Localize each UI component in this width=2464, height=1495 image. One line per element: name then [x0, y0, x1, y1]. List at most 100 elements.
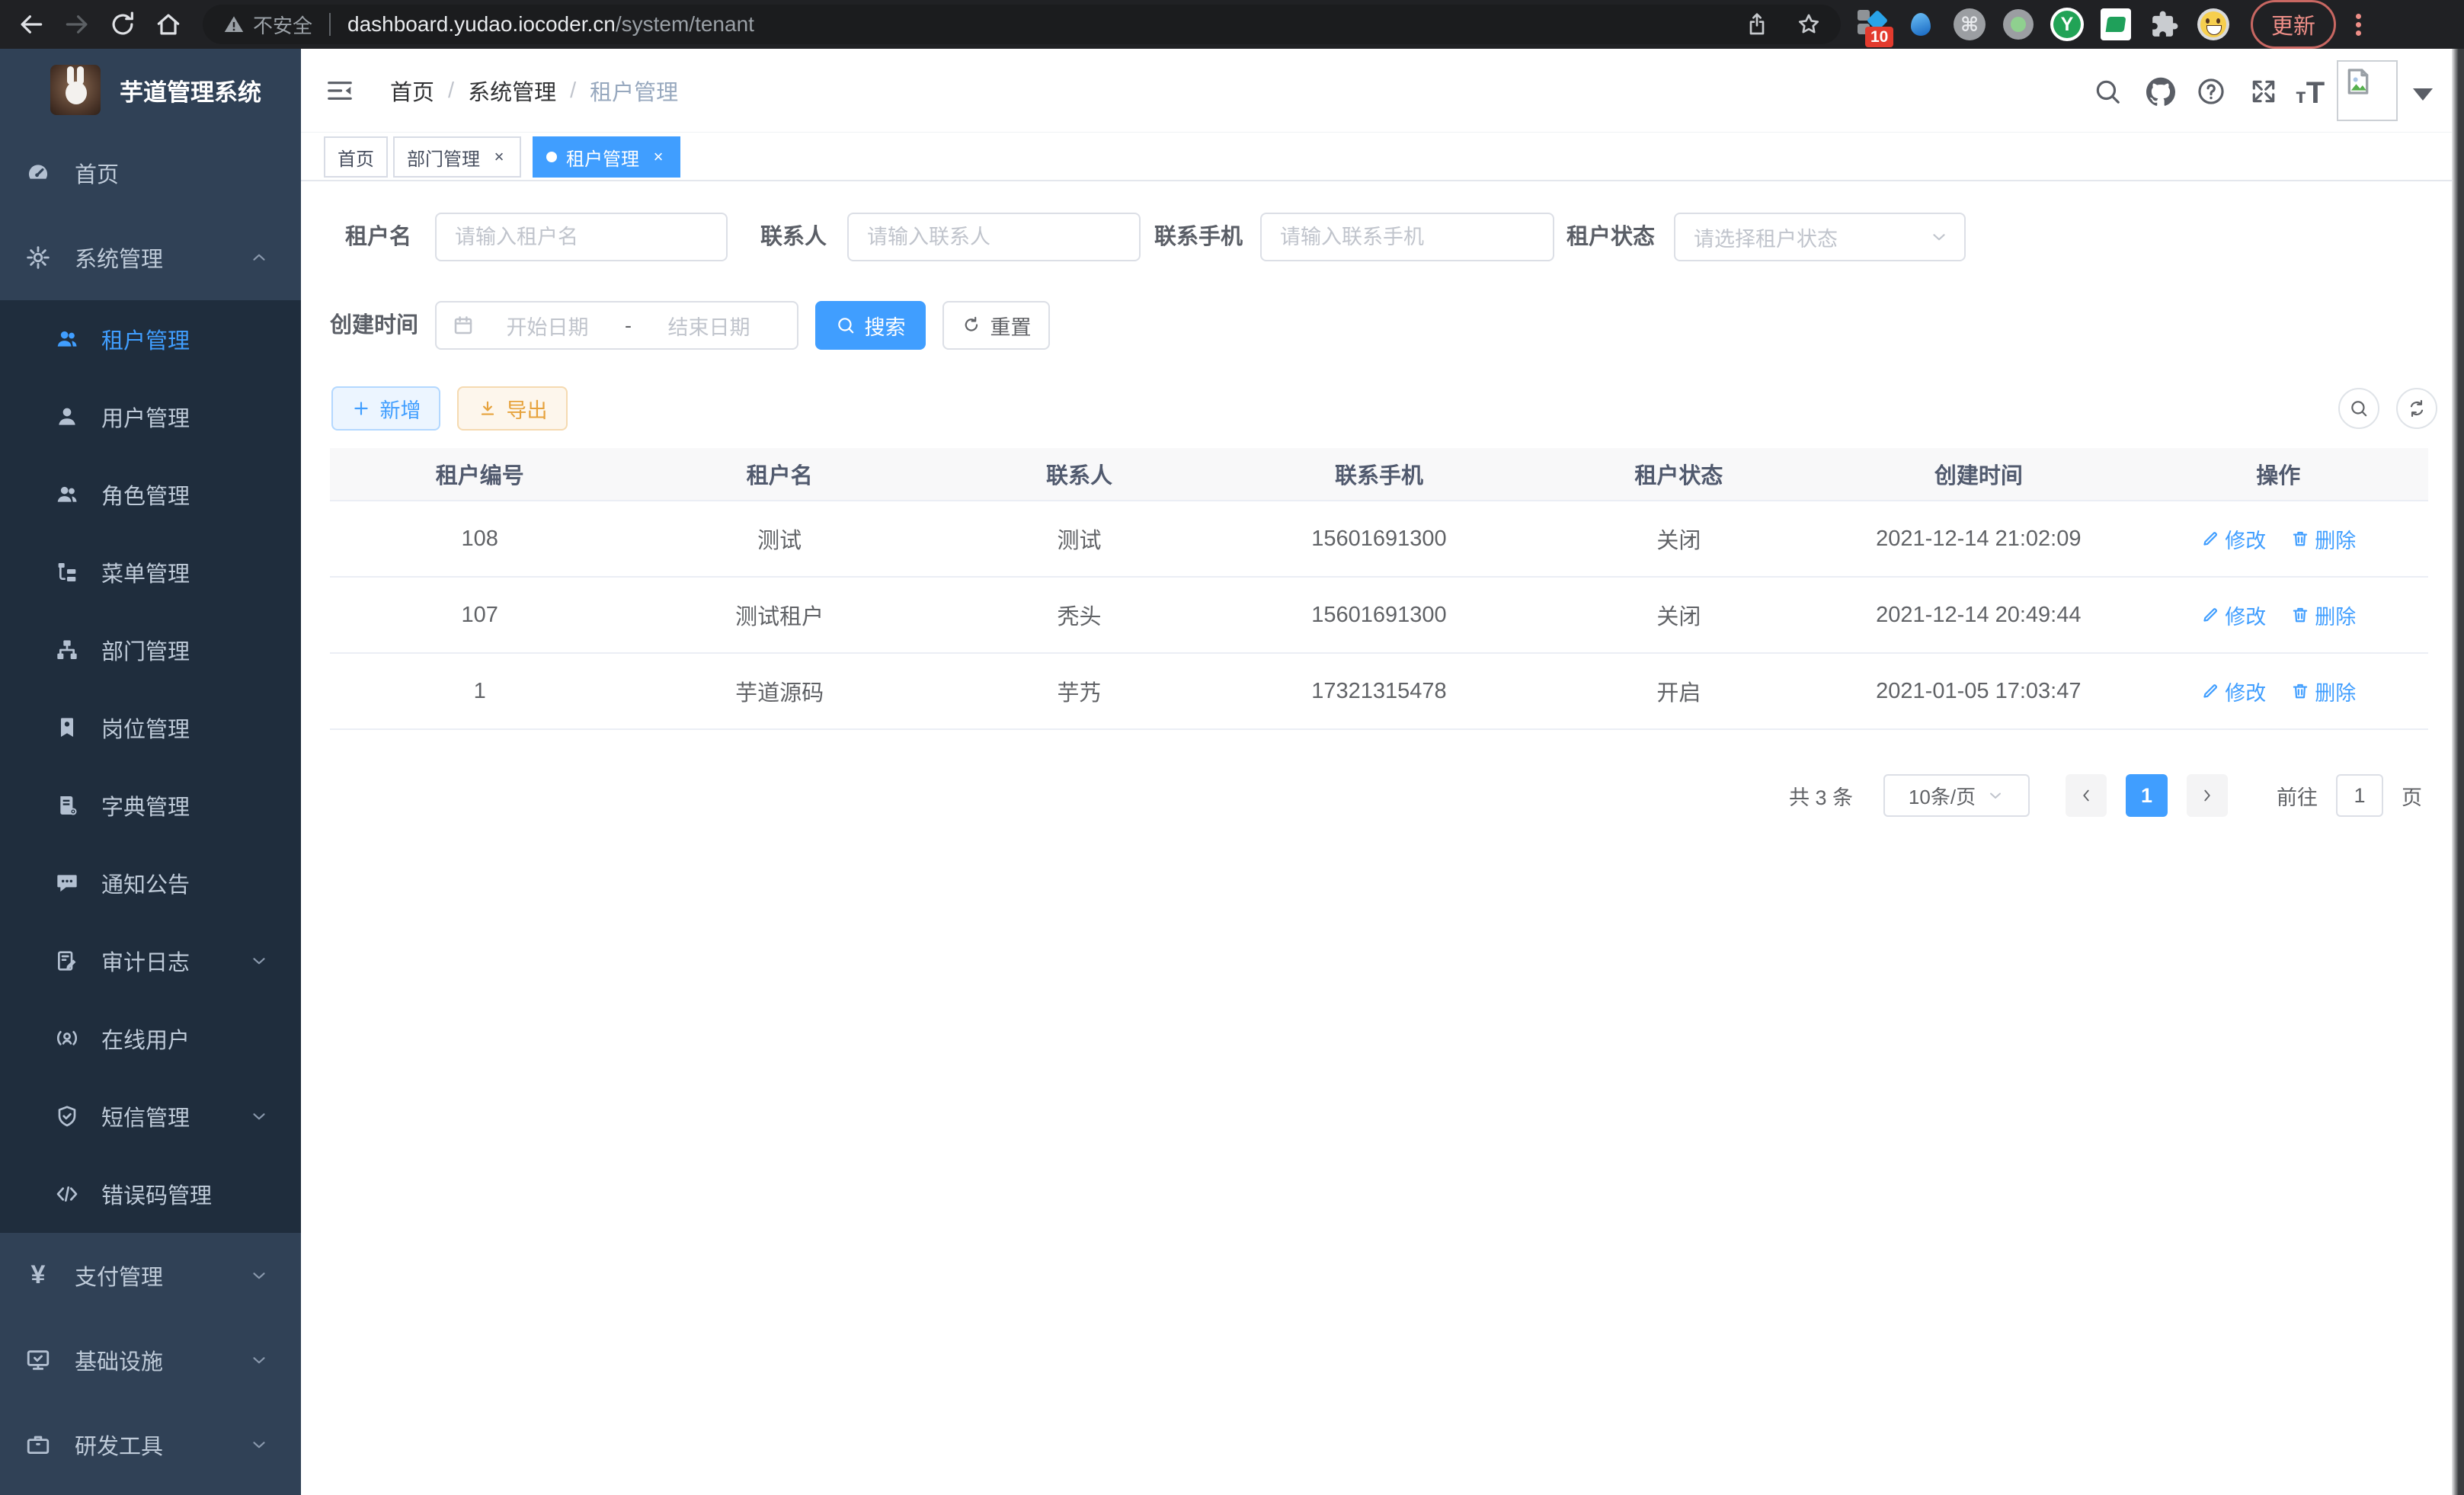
browser-back-icon[interactable]: [17, 10, 46, 39]
sidebar-item-notice[interactable]: 通知公告: [0, 844, 301, 922]
add-button[interactable]: 新增: [331, 386, 440, 431]
browser-update-button[interactable]: 更新: [2251, 0, 2336, 49]
browser-menu-icon[interactable]: [2347, 11, 2370, 39]
edit-button[interactable]: 修改: [2200, 677, 2266, 706]
table-row: 1 芋道源码 芋艿 17321315478 开启 2021-01-05 17:0…: [330, 654, 2428, 730]
close-icon[interactable]: ×: [491, 149, 507, 165]
avatar-caret-icon[interactable]: [2413, 88, 2433, 101]
edit-button[interactable]: 修改: [2200, 524, 2266, 554]
fullscreen-icon[interactable]: [2249, 77, 2278, 106]
trash-icon: [2290, 529, 2310, 549]
share-icon[interactable]: [1745, 12, 1769, 37]
sidebar-item-home[interactable]: 首页: [0, 135, 301, 211]
help-icon[interactable]: [2197, 77, 2226, 106]
goto-page-input[interactable]: [2336, 774, 2383, 817]
tab-dept[interactable]: 部门管理 ×: [393, 136, 521, 178]
refresh-table-button[interactable]: [2396, 388, 2437, 429]
address-bar[interactable]: 不安全 dashboard.yudao.iocoder.cn/system/te…: [203, 5, 1841, 44]
announcement-bubble-icon: [55, 871, 79, 895]
omnibox-divider: [329, 13, 331, 36]
export-button[interactable]: 导出: [457, 386, 568, 431]
prev-page-button[interactable]: [2066, 774, 2107, 817]
bookmark-star-icon[interactable]: [1797, 12, 1821, 37]
page-unit-label: 页: [2402, 781, 2422, 811]
breadcrumb-system[interactable]: 系统管理: [468, 75, 556, 107]
user-avatar[interactable]: [2337, 60, 2398, 121]
sidebar-item-system[interactable]: 系统管理: [0, 219, 301, 296]
next-page-button[interactable]: [2187, 774, 2228, 817]
col-created: 创建时间: [1829, 448, 2128, 500]
chevron-right-icon: [2199, 787, 2216, 804]
sidebar-collapse-icon[interactable]: [325, 76, 354, 105]
extension-record-icon[interactable]: [2001, 7, 2036, 42]
browser-reload-icon[interactable]: [108, 10, 137, 39]
url-host: dashboard.yudao.iocoder.cn: [347, 12, 616, 37]
extensions-puzzle-icon[interactable]: [2147, 7, 2182, 42]
sidebar-item-dict[interactable]: 字典管理: [0, 767, 301, 844]
sidebar-item-pay[interactable]: ¥ 支付管理: [0, 1233, 301, 1317]
date-start-input[interactable]: 开始日期: [475, 311, 620, 341]
col-contact: 联系人: [930, 448, 1229, 500]
dashboard-gauge-icon: [25, 160, 51, 186]
breadcrumb-separator: /: [448, 78, 454, 104]
refresh-icon: [962, 315, 981, 335]
github-icon[interactable]: [2146, 77, 2175, 106]
extension-pinned-icon[interactable]: 10: [1854, 7, 1890, 42]
page-size-select[interactable]: 10条/页: [1883, 774, 2030, 817]
sidebar-item-audit-log[interactable]: 审计日志: [0, 922, 301, 1000]
sidebar-item-dept[interactable]: 部门管理: [0, 611, 301, 689]
sidebar-item-post[interactable]: 岗位管理: [0, 689, 301, 767]
app-header: 首页 / 系统管理 / 租户管理 тT: [301, 49, 2464, 133]
extension-command-icon[interactable]: ⌘: [1952, 7, 1987, 42]
reset-button[interactable]: 重置: [942, 301, 1050, 350]
extension-y-icon[interactable]: Y: [2050, 7, 2085, 42]
sidebar-item-devtools[interactable]: 研发工具: [0, 1402, 301, 1487]
pagination: 共 3 条 10条/页 1 前往 页: [301, 774, 2428, 817]
mobile-input[interactable]: [1260, 213, 1554, 261]
status-text: 开启: [1529, 654, 1829, 728]
app-logo[interactable]: 芋道管理系统: [0, 61, 301, 119]
active-dot: [546, 152, 557, 162]
screen-edge-scrollbar[interactable]: [2452, 49, 2464, 1495]
tab-home[interactable]: 首页: [324, 136, 388, 178]
browser-profile-avatar[interactable]: [2196, 7, 2231, 42]
col-actions: 操作: [2129, 448, 2428, 500]
tenant-name-input[interactable]: [435, 213, 728, 261]
extension-balloon-icon[interactable]: [1903, 7, 1938, 42]
chevron-down-icon: [249, 951, 269, 971]
toggle-search-button[interactable]: [2338, 388, 2379, 429]
browser-toolbar: 不安全 dashboard.yudao.iocoder.cn/system/te…: [0, 0, 2464, 49]
sidebar-item-online-user[interactable]: 在线用户: [0, 1000, 301, 1077]
breadcrumb-separator: /: [570, 78, 576, 104]
sidebar-item-tenant[interactable]: 租户管理: [0, 300, 301, 378]
extension-chat-icon[interactable]: [2098, 7, 2133, 42]
browser-forward-icon[interactable]: [62, 10, 91, 39]
sidebar-item-user[interactable]: 用户管理: [0, 378, 301, 456]
edit-button[interactable]: 修改: [2200, 600, 2266, 630]
users-icon: [55, 327, 79, 351]
sidebar-item-infra[interactable]: 基础设施: [0, 1317, 301, 1402]
shield-check-icon: [55, 1104, 79, 1128]
sidebar-item-menu[interactable]: 菜单管理: [0, 533, 301, 611]
close-icon[interactable]: ×: [650, 149, 667, 165]
pagination-total: 共 3 条: [1789, 781, 1853, 811]
date-range-picker[interactable]: 开始日期 - 结束日期: [435, 301, 798, 350]
browser-home-icon[interactable]: [154, 10, 183, 39]
page-number-button[interactable]: 1: [2126, 774, 2168, 817]
tab-tenant[interactable]: 租户管理 ×: [533, 136, 680, 178]
contact-input[interactable]: [847, 213, 1141, 261]
status-select[interactable]: 请选择租户状态: [1674, 213, 1966, 261]
sidebar-item-role[interactable]: 角色管理: [0, 456, 301, 533]
search-button[interactable]: 搜索: [815, 301, 926, 350]
delete-button[interactable]: 删除: [2290, 600, 2356, 630]
delete-button[interactable]: 删除: [2290, 524, 2356, 554]
delete-button[interactable]: 删除: [2290, 677, 2356, 706]
font-size-icon[interactable]: тT: [2296, 76, 2325, 110]
table-row: 108 测试 测试 15601691300 关闭 2021-12-14 21:0…: [330, 501, 2428, 578]
sidebar-item-sms[interactable]: 短信管理: [0, 1077, 301, 1155]
header-search-icon[interactable]: [2093, 77, 2122, 106]
status-text: 关闭: [1529, 578, 1829, 652]
date-end-input[interactable]: 结束日期: [636, 311, 782, 341]
sidebar-item-error-code[interactable]: 错误码管理: [0, 1155, 301, 1233]
breadcrumb-home[interactable]: 首页: [390, 75, 434, 107]
